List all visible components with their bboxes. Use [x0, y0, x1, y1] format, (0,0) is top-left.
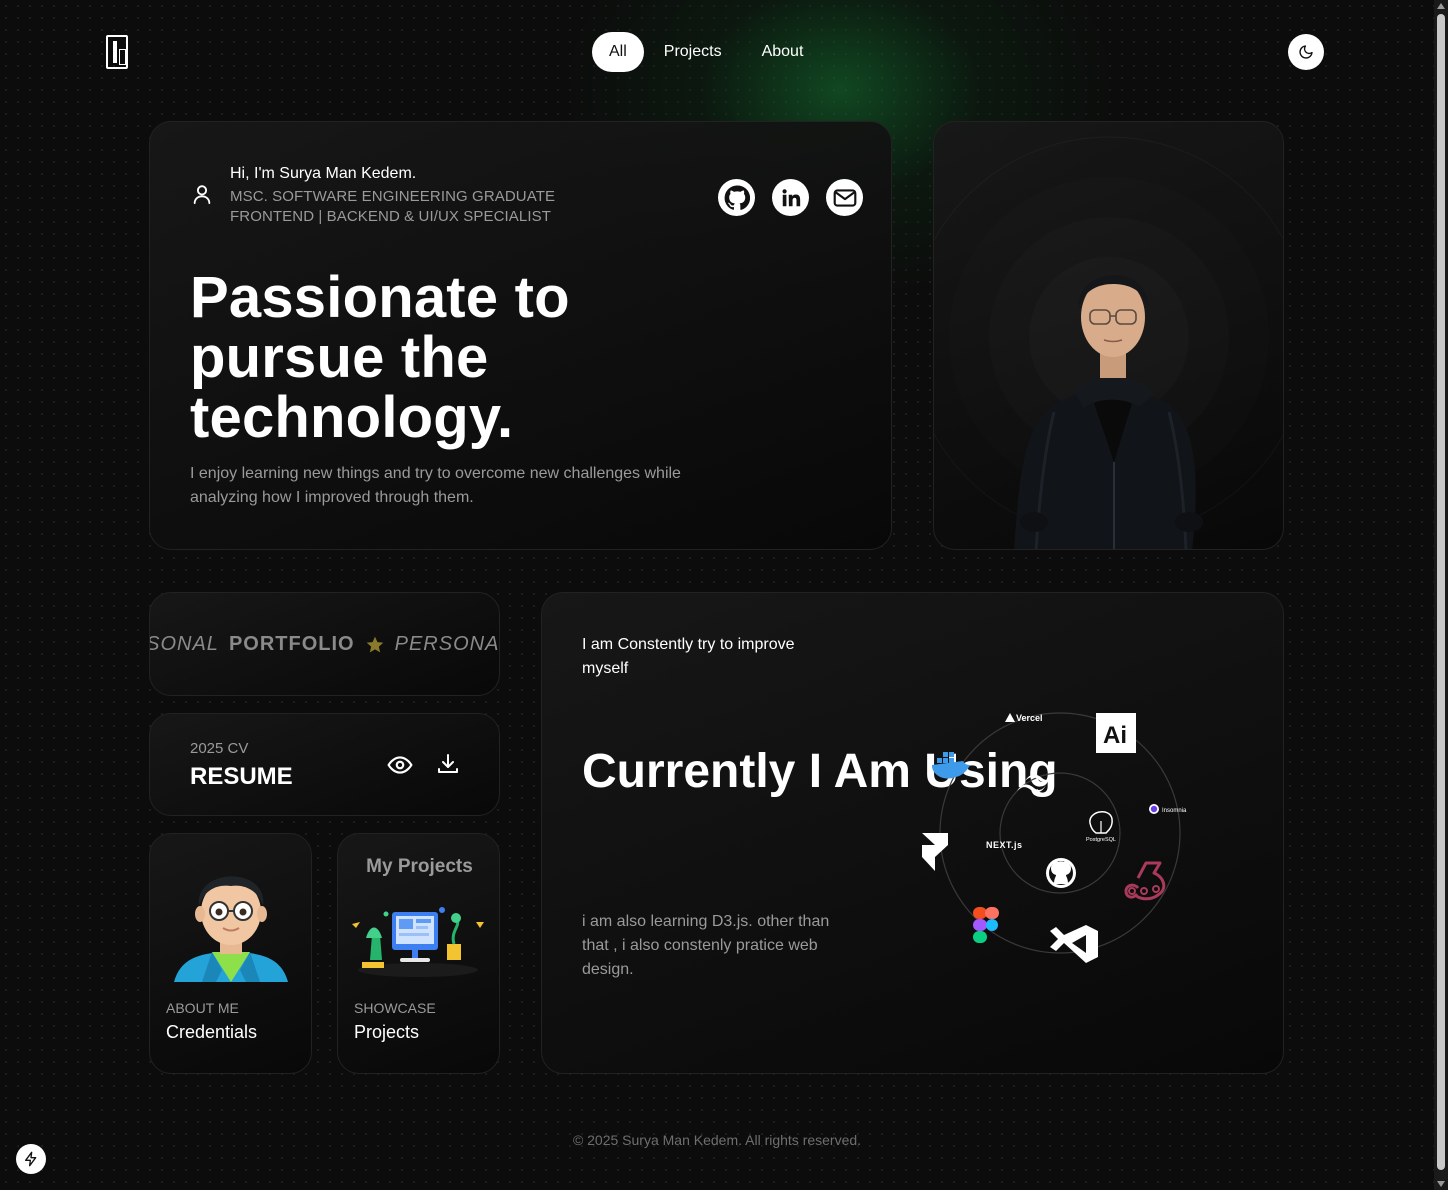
credentials-card[interactable]: ABOUT ME Credentials — [149, 833, 312, 1074]
projects-card[interactable]: My Projects SHOWCASE Projects — [337, 833, 500, 1074]
eye-icon[interactable] — [387, 752, 413, 778]
page-scrollbar[interactable] — [1434, 0, 1448, 1190]
vscode-icon — [1050, 925, 1098, 963]
profile-photo — [1014, 275, 1203, 549]
dev-tools-button[interactable] — [16, 1144, 46, 1174]
mail-icon — [833, 188, 856, 207]
github-icon — [724, 185, 750, 210]
projects-heading: My Projects — [366, 856, 473, 877]
tech-orbit: Vercel Ai Insomnia PostgreSQL NEXT.js — [922, 712, 1187, 963]
download-icon[interactable] — [436, 752, 460, 776]
credentials-title: Credentials — [166, 1022, 258, 1042]
github-orbit-icon — [1046, 858, 1076, 888]
postgresql-label: PostgreSQL — [1086, 837, 1116, 843]
hero-greeting: Hi, I'm Surya Man Kedem. — [230, 165, 417, 182]
nav-item-all[interactable]: All — [592, 32, 644, 72]
star-icon — [366, 636, 383, 652]
footer-copyright: © 2025 Surya Man Kedem. All rights reser… — [572, 1132, 862, 1148]
github-link[interactable] — [718, 179, 755, 216]
illustrator-icon: Ai — [1096, 713, 1136, 753]
insomnia-icon: Insomnia — [1149, 804, 1187, 814]
nextjs-icon: NEXT.js — [986, 840, 1023, 850]
moon-icon — [1299, 45, 1313, 59]
projects-illustration — [352, 907, 484, 977]
nav-item-about[interactable]: About — [742, 32, 824, 72]
insomnia-label: Insomnia — [1162, 808, 1187, 814]
profile-photo-card — [933, 121, 1284, 550]
scroll-down-arrow-icon[interactable] — [1437, 1181, 1445, 1187]
vercel-label: Vercel — [1016, 713, 1043, 723]
tools-description: i am also learning D3.js. other than tha… — [582, 913, 830, 978]
linkedin-link[interactable] — [772, 179, 809, 216]
tools-card: I am Constently try to improve myself Cu… — [541, 592, 1284, 1074]
illustrator-label: Ai — [1103, 722, 1127, 749]
projects-label: SHOWCASE — [354, 1000, 436, 1016]
credentials-label: ABOUT ME — [166, 1000, 239, 1016]
portfolio-marquee-card: PERSONAL PORTFOLIO PERSONAL — [149, 592, 500, 696]
resume-year: 2025 CV — [190, 740, 249, 757]
hero-card: Hi, I'm Surya Man Kedem. MSC. SOFTWARE E… — [149, 121, 892, 550]
bolt-icon — [25, 1151, 37, 1167]
avatar — [174, 876, 288, 982]
tailwind-icon — [1017, 774, 1054, 793]
linkedin-icon — [781, 188, 800, 206]
hero-title: Passionate to pursue the technology. — [190, 265, 570, 450]
hero-subtitle-degree: MSC. SOFTWARE ENGINEERING GRADUATE — [230, 188, 556, 205]
scroll-up-arrow-icon[interactable] — [1437, 3, 1445, 9]
docker-icon — [932, 752, 970, 779]
hero-subtitle-specialty: FRONTEND | BACKEND & UI/UX SPECIALIST — [230, 208, 551, 225]
email-link[interactable] — [826, 179, 863, 216]
theme-toggle-button[interactable] — [1288, 34, 1324, 70]
site-logo[interactable] — [106, 35, 128, 69]
scrollbar-thumb[interactable] — [1437, 14, 1445, 1170]
resume-title: RESUME — [190, 763, 293, 790]
marquee-italic-text-2: PERSONAL — [394, 633, 500, 655]
vercel-icon: Vercel — [1005, 713, 1043, 723]
projects-title: Projects — [354, 1022, 420, 1042]
user-icon — [193, 185, 211, 205]
nextjs-label: NEXT.js — [986, 840, 1023, 850]
resume-card: 2025 CV RESUME — [149, 713, 500, 816]
jest-icon — [1124, 861, 1166, 901]
tools-intro: I am Constently try to improve myself — [582, 636, 795, 677]
marquee-track: PERSONAL PORTFOLIO PERSONAL — [150, 633, 500, 656]
hero-description: I enjoy learning new things and try to o… — [190, 465, 681, 506]
figma-icon — [973, 907, 999, 943]
nav-item-projects[interactable]: Projects — [644, 32, 742, 72]
marquee-italic-text: PERSONAL — [150, 633, 219, 655]
marquee-bold-text: PORTFOLIO — [228, 633, 355, 655]
social-links — [718, 179, 863, 216]
postgresql-icon: PostgreSQL — [1086, 811, 1116, 843]
main-nav: All Projects About — [592, 32, 823, 72]
